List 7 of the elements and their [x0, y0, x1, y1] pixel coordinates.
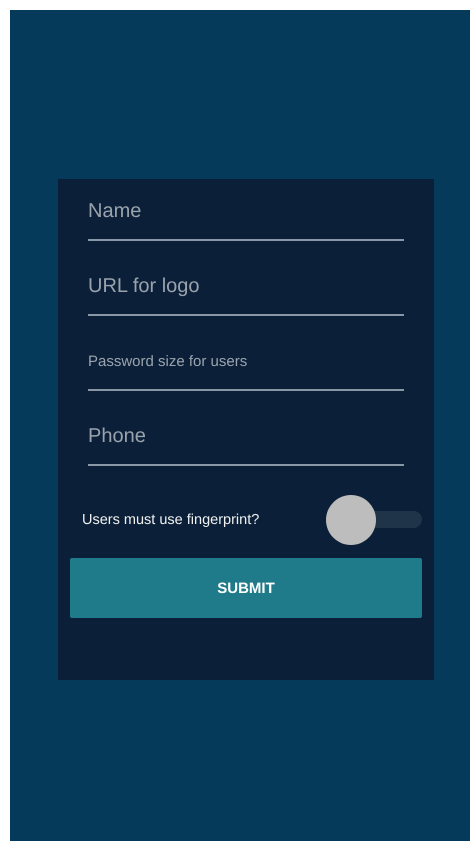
toggle-label: Users must use fingerprint? — [82, 512, 260, 528]
submit-button[interactable]: SUBMIT — [70, 558, 422, 618]
input-field[interactable]: Name — [88, 191, 404, 241]
input-field[interactable]: URL for logo — [88, 266, 404, 316]
input-field[interactable]: Phone — [88, 416, 404, 466]
input-field[interactable]: Password size for users — [88, 341, 404, 391]
fingerprint-switch[interactable] — [326, 495, 422, 545]
